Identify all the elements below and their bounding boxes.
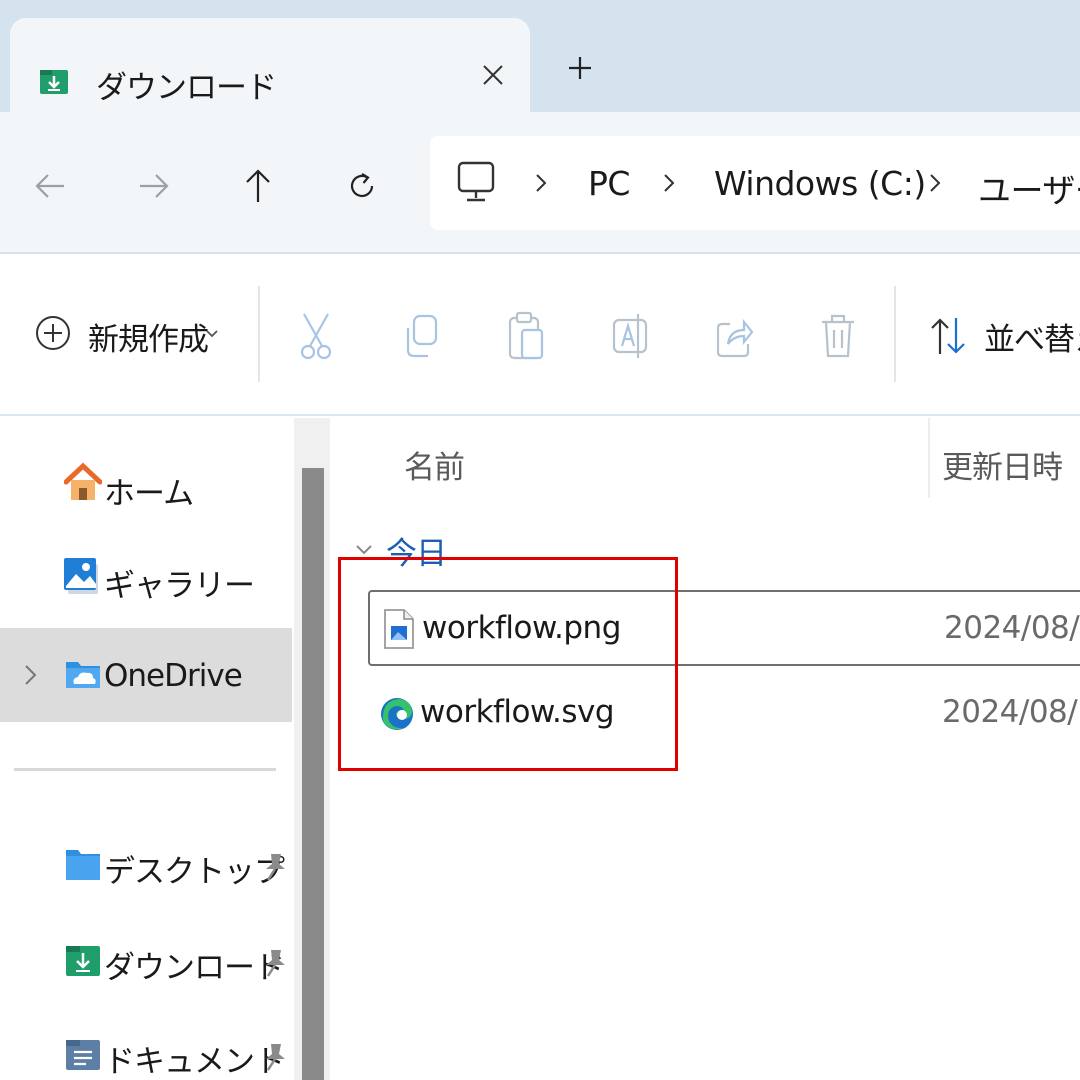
sort-button-label: 並べ替え [984,322,1080,358]
sidebar-item-label: ダウンロード [104,950,285,986]
onedrive-folder-icon [64,656,102,696]
sidebar-scrollbar-thumb[interactable] [302,468,324,1080]
download-folder-icon [38,66,70,98]
chevron-right-icon[interactable] [22,662,40,688]
plus-circle-icon [34,314,72,352]
column-header-name[interactable]: 名前 [404,442,465,487]
refresh-icon[interactable] [336,160,388,212]
sidebar-item-downloads[interactable]: ダウンロード [0,914,292,1008]
toolbar-divider [258,286,260,382]
new-button-label: 新規作成 [88,322,209,358]
pin-icon[interactable] [262,948,288,978]
pin-icon[interactable] [262,1042,288,1072]
documents-folder-icon [64,1038,102,1078]
sidebar-item-label: デスクトップ [104,854,285,890]
download-folder-icon [64,944,102,984]
breadcrumb-users[interactable]: ユーザー [978,164,1080,212]
sort-button[interactable]: 並べ替え [928,312,1080,360]
sidebar-item-gallery[interactable]: ギャラリー [0,534,292,628]
pin-icon[interactable] [262,852,288,882]
share-icon[interactable] [714,310,754,362]
column-header-date-modified[interactable]: 更新日時 [942,442,1063,487]
sidebar-item-documents[interactable]: ドキュメント [0,1008,292,1080]
sidebar-item-label: OneDrive [104,658,243,694]
navigation-bar: PC Windows (C:) ユーザー [0,112,1080,254]
file-date-modified: 2024/08/11 [942,694,1080,730]
rename-icon[interactable] [610,310,650,362]
cut-icon[interactable] [296,310,336,362]
sidebar-item-label: ホーム [104,476,194,512]
sidebar-item-label: ギャラリー [104,568,255,604]
arrow-up-icon[interactable] [232,160,284,212]
sidebar-item-onedrive[interactable]: OneDrive [0,628,292,722]
breadcrumb-pc[interactable]: PC [588,164,630,203]
toolbar-divider [894,286,896,382]
plus-icon[interactable] [556,44,604,92]
chevron-right-icon[interactable] [658,170,680,196]
file-date-modified: 2024/08/11 [944,610,1080,646]
tab-bar: ダウンロード [0,0,1080,112]
delete-icon[interactable] [818,310,858,362]
sort-icon [928,316,968,356]
command-bar: 新規作成 並べ替え [0,256,1080,416]
column-divider[interactable] [928,418,930,498]
arrow-left-icon[interactable] [24,160,76,212]
sidebar-divider [14,768,276,771]
paste-icon[interactable] [506,310,546,362]
computer-icon[interactable] [456,160,496,206]
tab-title: ダウンロード [96,70,277,106]
chevron-down-icon [354,542,374,556]
sidebar-item-label: ドキュメント [104,1044,285,1080]
sidebar-item-home[interactable]: ホーム [0,442,292,536]
chevron-down-icon [204,326,220,340]
close-icon[interactable] [472,54,514,96]
chevron-right-icon[interactable] [530,170,552,196]
gallery-icon [64,556,102,596]
tab-downloads[interactable]: ダウンロード [10,18,530,112]
sidebar-item-desktop[interactable]: デスクトップ [0,818,292,912]
chevron-right-icon[interactable] [924,170,946,196]
navigation-pane: ホーム ギャラリー OneDrive デスクトップ ダウンロード ドキュメント [0,418,300,1080]
desktop-folder-icon [64,848,102,888]
address-bar[interactable]: PC Windows (C:) ユーザー [430,136,1080,230]
highlight-annotation [338,557,678,771]
copy-icon[interactable] [402,310,442,362]
arrow-right-icon[interactable] [128,160,180,212]
breadcrumb-windows-c[interactable]: Windows (C:) [714,164,926,203]
home-icon [63,462,103,502]
